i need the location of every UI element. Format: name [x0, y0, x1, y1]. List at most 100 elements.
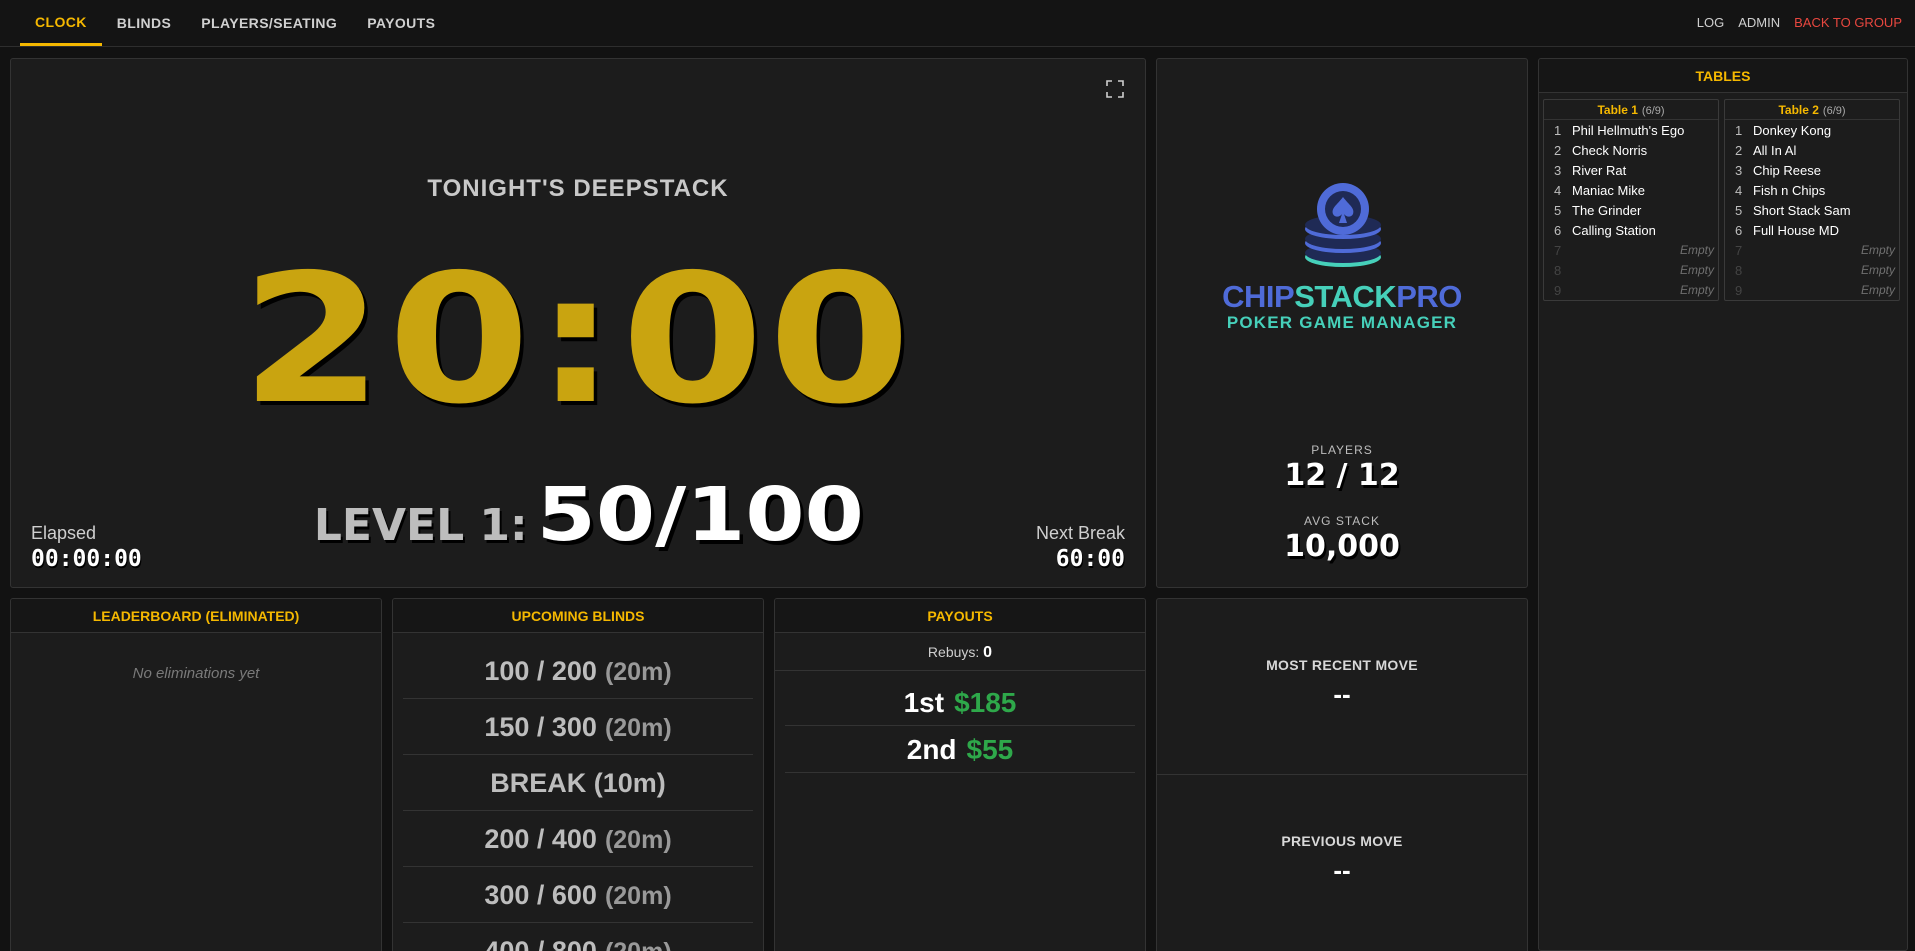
seat-player-name: Full House MD: [1753, 222, 1839, 238]
upcoming-blinds-panel: UPCOMING BLINDS 100 / 200 (20m) 150 / 300(…: [392, 598, 764, 951]
table-card-header: Table 2 (6/9): [1725, 100, 1899, 120]
logo-stats-panel: CHIPSTACKPRO POKER GAME MANAGER PLAYERS …: [1156, 58, 1528, 588]
back-to-group-link[interactable]: BACK TO GROUP: [1794, 15, 1902, 30]
payouts-panel: PAYOUTS Rebuys: 0 1st $185 2nd $55: [774, 598, 1146, 951]
countdown-timer: 20:00: [240, 236, 916, 443]
tables-header: TABLES: [1539, 59, 1907, 93]
avg-stack-label: AVG STACK: [1304, 514, 1380, 528]
tab-blinds[interactable]: BLINDS: [102, 0, 187, 46]
leaderboard-header: LEADERBOARD (ELIMINATED): [11, 599, 381, 633]
seat-player-name: All In Al: [1753, 142, 1797, 158]
previous-move: PREVIOUS MOVE --: [1157, 775, 1527, 951]
seat-player-name: Calling Station: [1572, 222, 1656, 238]
upcoming-blinds-header: UPCOMING BLINDS: [393, 599, 763, 633]
seat-player-name: River Rat: [1572, 162, 1627, 178]
payout-place: 1st: [903, 687, 945, 718]
elapsed-time: 00:00:00: [31, 546, 142, 572]
seat-row[interactable]: 8 Empty: [1725, 260, 1899, 280]
payout-row: 1st $185: [785, 679, 1135, 726]
seat-player-name: Donkey Kong: [1753, 122, 1832, 138]
elapsed-block: Elapsed 00:00:00: [31, 523, 142, 572]
admin-link[interactable]: ADMIN: [1738, 15, 1780, 30]
upcoming-blind-levels: BREAK (10m): [490, 768, 666, 798]
players-label: PLAYERS: [1311, 443, 1373, 457]
payout-row: 2nd $55: [785, 726, 1135, 773]
seat-number: 1: [1554, 122, 1562, 138]
seat-number: 3: [1554, 162, 1562, 178]
most-recent-move-value: --: [1333, 679, 1351, 709]
seat-number: 5: [1735, 202, 1743, 218]
seat-number: 9: [1735, 282, 1743, 298]
seat-player-name: Chip Reese: [1753, 162, 1821, 178]
seat-row[interactable]: 6 Full House MD: [1725, 220, 1899, 240]
seat-row[interactable]: 8 Empty: [1544, 260, 1718, 280]
upcoming-blind-duration: (20m): [604, 826, 672, 854]
seat-number: 1: [1735, 122, 1743, 138]
players-count: 12 / 12: [1284, 458, 1400, 493]
tables-list: Table 1 (6/9) 1 Phil Hellmuth's Ego 2 Check N…: [1539, 93, 1907, 307]
seat-row[interactable]: 9 Empty: [1725, 280, 1899, 300]
seat-row[interactable]: 7 Empty: [1725, 240, 1899, 260]
seat-row[interactable]: 1 Phil Hellmuth's Ego: [1544, 120, 1718, 140]
seat-number: 7: [1735, 242, 1743, 258]
seat-row[interactable]: 5 The Grinder: [1544, 200, 1718, 220]
seat-row[interactable]: 4 Maniac Mike: [1544, 180, 1718, 200]
table-name[interactable]: Table 1: [1597, 103, 1637, 117]
upcoming-blind-levels: 150 / 300: [484, 712, 597, 742]
tab-payouts[interactable]: PAYOUTS: [352, 0, 450, 46]
seat-number: 2: [1735, 142, 1743, 158]
level-label: LEVEL 1:: [313, 500, 528, 551]
seat-player-name: Empty: [1679, 263, 1714, 277]
seat-player-name: Short Stack Sam: [1753, 202, 1851, 218]
upcoming-blind-levels: 100 / 200: [484, 656, 597, 686]
most-recent-move-label: MOST RECENT MOVE: [1266, 657, 1418, 673]
seat-player-name: Empty: [1860, 263, 1895, 277]
nav-links: LOG ADMIN BACK TO GROUP: [1697, 0, 1902, 44]
seat-row[interactable]: 2 Check Norris: [1544, 140, 1718, 160]
seat-number: 4: [1554, 182, 1562, 198]
log-link[interactable]: LOG: [1697, 15, 1724, 30]
level-blinds: 50/100: [536, 472, 864, 558]
previous-move-value: --: [1333, 855, 1351, 885]
leaderboard-panel: LEADERBOARD (ELIMINATED) No eliminations…: [10, 598, 382, 951]
upcoming-blind-levels: 400 / 800: [484, 936, 597, 951]
table-name[interactable]: Table 2: [1778, 103, 1818, 117]
event-title: TONIGHT'S DEEPSTACK: [427, 175, 729, 202]
brand-subtitle: POKER GAME MANAGER: [1226, 313, 1458, 332]
seat-row[interactable]: 9 Empty: [1544, 280, 1718, 300]
seat-player-name: Empty: [1679, 283, 1714, 297]
seat-row[interactable]: 5 Short Stack Sam: [1725, 200, 1899, 220]
seat-number: 3: [1735, 162, 1743, 178]
seat-row[interactable]: 4 Fish n Chips: [1725, 180, 1899, 200]
seat-row[interactable]: 7 Empty: [1544, 240, 1718, 260]
upcoming-blind-row: 300 / 600 (20m): [403, 867, 753, 923]
upcoming-blind-levels: 300 / 600: [484, 880, 597, 910]
upcoming-blind-row: 200 / 400 (20m): [403, 811, 753, 867]
seat-player-name: The Grinder: [1572, 202, 1642, 218]
upcoming-blind-row: 150 / 300 (20m): [403, 699, 753, 755]
seat-row[interactable]: 3 Chip Reese: [1725, 160, 1899, 180]
seat-player-name: Empty: [1679, 243, 1714, 257]
upcoming-blind-row: BREAK (10m): [403, 755, 753, 811]
tab-clock[interactable]: CLOCK: [20, 0, 102, 46]
avg-stack-value: 10,000: [1284, 529, 1400, 564]
seat-player-name: Empty: [1860, 243, 1895, 257]
seat-row[interactable]: 3 River Rat: [1544, 160, 1718, 180]
seat-row[interactable]: 2 All In Al: [1725, 140, 1899, 160]
upcoming-blind-levels: 200 / 400: [484, 824, 597, 854]
seat-row[interactable]: 6 Calling Station: [1544, 220, 1718, 240]
tab-players-seating[interactable]: PLAYERS/SEATING: [186, 0, 352, 46]
brand-name: CHIPSTACKPRO: [1222, 279, 1462, 314]
table-seat-count: (6/9): [1822, 105, 1846, 117]
payout-list: 1st $185 2nd $55: [775, 671, 1145, 773]
table-card: Table 2 (6/9) 1 Donkey Kong 2 All In Al 3 Chip …: [1724, 99, 1900, 301]
seat-number: 5: [1554, 202, 1562, 218]
seat-row[interactable]: 1 Donkey Kong: [1725, 120, 1899, 140]
upcoming-blinds-list: 100 / 200 (20m) 150 / 300 (20m) BREAK (10m) 2…: [393, 633, 763, 951]
next-break-time: 60:00: [1055, 546, 1125, 572]
seat-number: 6: [1554, 222, 1562, 238]
fullscreen-icon[interactable]: [1105, 79, 1125, 99]
rebuys-label: Rebuys:: [927, 644, 980, 660]
seat-number: 8: [1554, 262, 1562, 278]
seat-number: 8: [1735, 262, 1743, 278]
